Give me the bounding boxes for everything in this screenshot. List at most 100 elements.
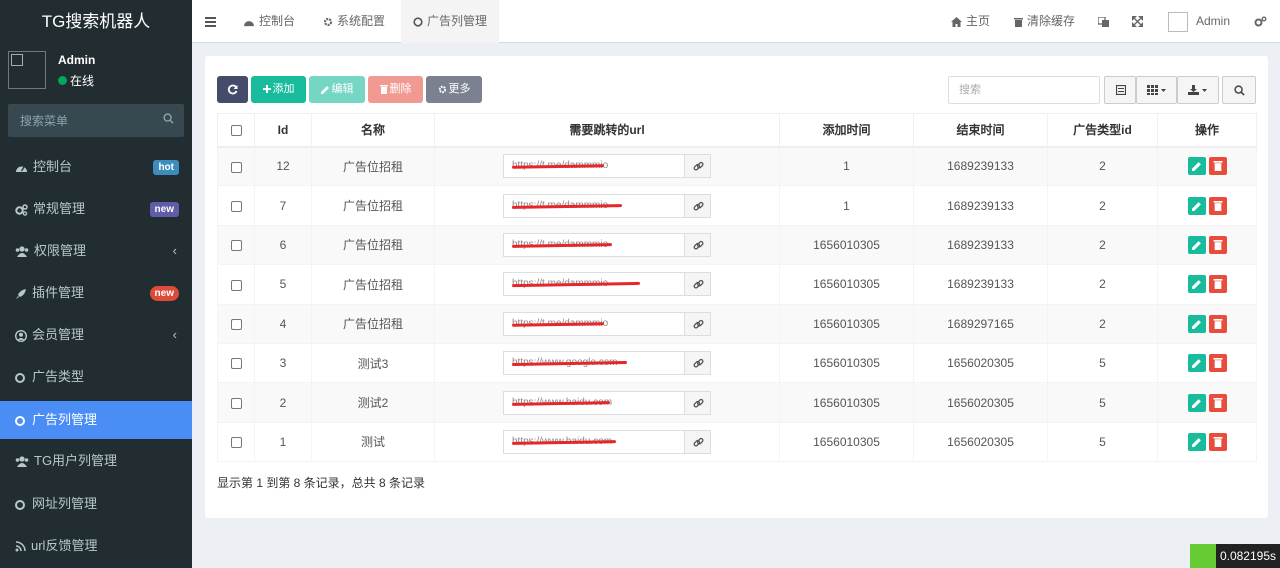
delete-button[interactable]: 删除 [368, 76, 423, 103]
column-header-url[interactable]: 需要跳转的url [434, 113, 780, 148]
table-row[interactable]: 3测试3 https://www.google.com 16560103051656… [217, 342, 1257, 384]
tab-ad-list[interactable]: 广告列管理 [401, 0, 500, 43]
row-select-cell [217, 264, 255, 305]
row-edit-button[interactable] [1187, 432, 1206, 451]
sidebar-item-dashboard[interactable]: 控制台 hot [0, 148, 192, 186]
row-checkbox[interactable] [230, 161, 242, 173]
row-edit-button[interactable] [1187, 314, 1206, 333]
table-row[interactable]: 6广告位招租 https://t.me/dammmio 16560103051689… [217, 224, 1257, 266]
sidebar-item-url-feedback[interactable]: url反馈管理 [0, 527, 192, 565]
fullscreen-button[interactable] [1131, 0, 1147, 43]
pencil-icon [1191, 280, 1201, 290]
row-delete-button[interactable] [1208, 314, 1227, 333]
column-header-name[interactable]: 名称 [311, 113, 435, 148]
sidebar-item-general[interactable]: 常规管理 new [0, 190, 192, 228]
search-button[interactable] [1222, 76, 1256, 104]
row-edit-button[interactable] [1187, 275, 1206, 294]
debug-timer[interactable]: 0.082195s [1189, 544, 1280, 568]
menu-toggle-button[interactable] [205, 0, 220, 43]
sidebar-item-members[interactable]: 会员管理 ‹ [0, 316, 192, 354]
tab-system-config[interactable]: 系统配置 [323, 0, 385, 43]
open-link-button[interactable] [684, 232, 711, 257]
url-input-group: https://www.baidu.com [503, 429, 711, 454]
row-delete-button[interactable] [1208, 432, 1227, 451]
clear-cache-button[interactable]: 清除缓存 [1014, 0, 1075, 43]
column-header-end-time[interactable]: 结束时间 [913, 113, 1048, 148]
open-link-button[interactable] [684, 311, 711, 336]
select-all-checkbox[interactable] [230, 125, 242, 137]
row-delete-button[interactable] [1208, 196, 1227, 215]
admin-menu[interactable]: Admin [1168, 0, 1230, 43]
row-checkbox[interactable] [230, 358, 242, 370]
toggle-view-button[interactable] [1104, 76, 1136, 104]
url-field[interactable]: https://t.me/dammmio [503, 193, 684, 218]
table-row[interactable]: 7广告位招租 https://t.me/dammmio 116892391332 [217, 185, 1257, 226]
row-delete-button[interactable] [1208, 393, 1227, 412]
url-field[interactable]: https://www.google.com [503, 351, 684, 376]
open-link-button[interactable] [684, 429, 711, 454]
open-link-button[interactable] [684, 390, 711, 415]
columns-dropdown[interactable] [1136, 76, 1177, 104]
table-row[interactable]: 4广告位招租 https://t.me/dammmio 16560103051689… [217, 303, 1257, 344]
cell-type-id: 2 [1047, 145, 1158, 187]
add-button[interactable]: 添加 [251, 76, 306, 103]
sidebar-search-input[interactable] [8, 104, 184, 137]
circle-icon [15, 372, 25, 383]
row-edit-button[interactable] [1187, 235, 1206, 254]
row-delete-button[interactable] [1208, 354, 1227, 373]
chevron-left-icon: ‹ [172, 327, 177, 342]
table-row[interactable]: 2测试2 https://www.baidu.com 165601030516560… [217, 382, 1257, 423]
url-field[interactable]: https://t.me/dammmio [503, 272, 684, 297]
url-field[interactable]: https://t.me/dammmio [503, 311, 684, 336]
table-row[interactable]: 5广告位招租 https://t.me/dammmio 16560103051689… [217, 264, 1257, 305]
table-search-input[interactable] [948, 76, 1100, 104]
column-header-add-time[interactable]: 添加时间 [779, 113, 914, 148]
url-field[interactable]: https://t.me/dammmio [503, 154, 684, 179]
sidebar-item-plugins[interactable]: 插件管理 new [0, 274, 192, 312]
row-delete-button[interactable] [1208, 235, 1227, 254]
language-button[interactable] [1097, 0, 1113, 43]
table-row[interactable]: 1测试 https://www.baidu.com 1656010305165602… [217, 421, 1257, 463]
open-link-button[interactable] [684, 193, 711, 218]
cell-type-id: 5 [1047, 421, 1158, 463]
row-edit-button[interactable] [1187, 354, 1206, 373]
more-button[interactable]: 更多 [426, 76, 482, 103]
sidebar-item-permissions[interactable]: 权限管理 ‹ [0, 232, 192, 270]
row-checkbox[interactable] [230, 279, 242, 291]
refresh-button[interactable] [217, 76, 248, 103]
url-field[interactable]: https://www.baidu.com [503, 429, 684, 454]
table-row[interactable]: 12广告位招租 https://t.me/dammmio 116892391332 [217, 145, 1257, 187]
cell-type-id: 2 [1047, 224, 1158, 266]
tab-dashboard[interactable]: 控制台 [243, 0, 295, 43]
sidebar-item-urls[interactable]: 网址列管理 [0, 485, 192, 523]
cell-url: https://www.baidu.com [434, 382, 780, 423]
app-logo[interactable]: TG搜索机器人 [0, 0, 192, 43]
row-edit-button[interactable] [1187, 393, 1206, 412]
open-link-button[interactable] [684, 154, 711, 179]
export-dropdown[interactable] [1177, 76, 1219, 104]
row-edit-button[interactable] [1187, 196, 1206, 215]
sidebar-item-tg-users[interactable]: TG用户列管理 [0, 442, 192, 480]
row-checkbox[interactable] [230, 437, 242, 449]
row-checkbox[interactable] [230, 240, 242, 252]
url-field[interactable]: https://t.me/dammmio [503, 232, 684, 257]
open-link-button[interactable] [684, 272, 711, 297]
row-delete-button[interactable] [1208, 157, 1227, 176]
row-delete-button[interactable] [1208, 275, 1227, 294]
settings-button[interactable] [1254, 0, 1271, 43]
column-header-type-id[interactable]: 广告类型id [1047, 113, 1158, 148]
url-field[interactable]: https://www.baidu.com [503, 390, 684, 415]
sidebar-item-ad-list[interactable]: 广告列管理 [0, 401, 192, 439]
home-link[interactable]: 主页 [951, 0, 990, 43]
column-header-id[interactable]: Id [254, 113, 312, 148]
cell-url: https://t.me/dammmio [434, 224, 780, 266]
search-icon[interactable] [163, 113, 174, 124]
edit-button[interactable]: 编辑 [309, 76, 365, 103]
row-checkbox[interactable] [230, 319, 242, 331]
open-link-button[interactable] [684, 351, 711, 376]
row-edit-button[interactable] [1187, 157, 1206, 176]
row-checkbox[interactable] [230, 397, 242, 409]
row-checkbox[interactable] [230, 200, 242, 212]
sidebar-item-ad-types[interactable]: 广告类型 [0, 358, 192, 396]
cell-end-time: 1656020305 [913, 342, 1048, 384]
